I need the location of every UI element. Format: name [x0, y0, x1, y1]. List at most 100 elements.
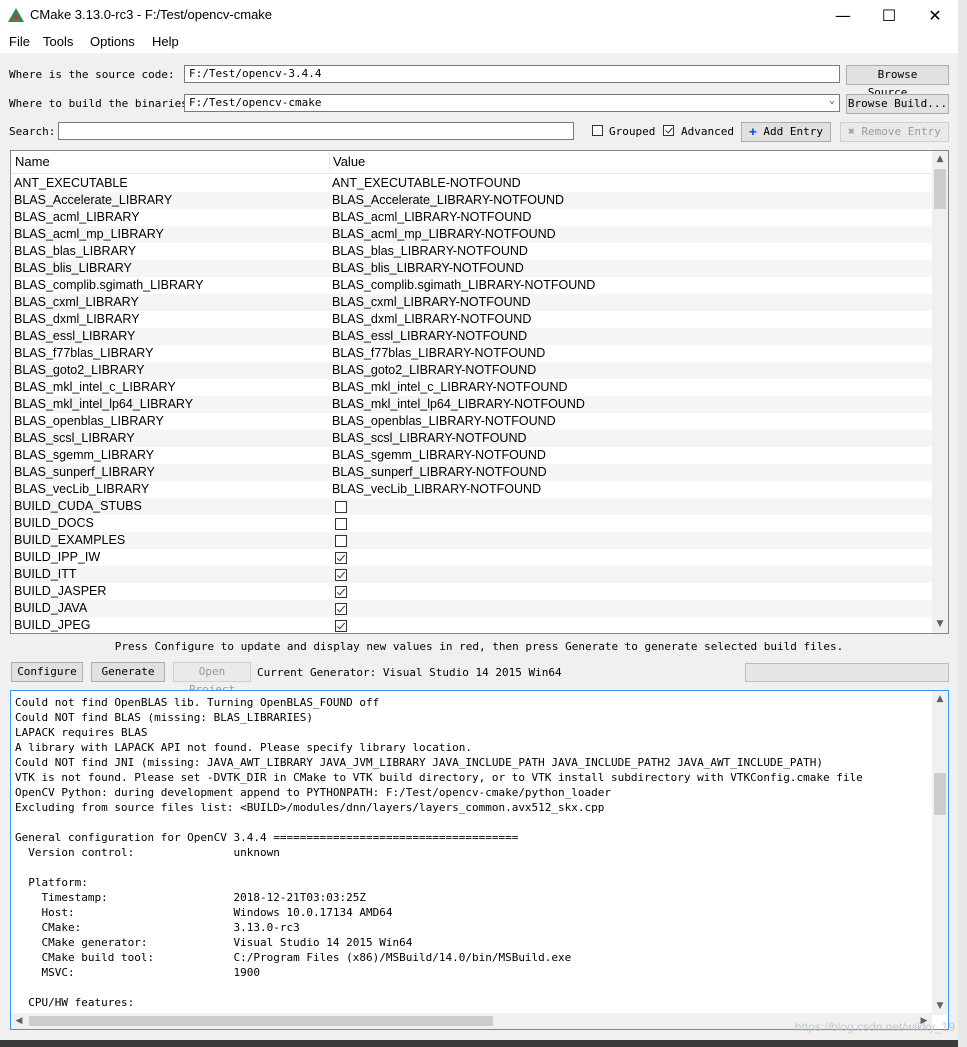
chevron-down-icon[interactable]: ⌄: [829, 95, 835, 106]
table-row[interactable]: BLAS_dxml_LIBRARY BLAS_dxml_LIBRARY-NOTFO…: [11, 311, 932, 328]
scroll-up-icon[interactable]: ▲: [932, 151, 948, 168]
column-value-header[interactable]: Value: [333, 154, 365, 169]
row-value-checkbox[interactable]: [335, 620, 347, 632]
row-value-checkbox[interactable]: [335, 586, 347, 598]
table-row[interactable]: BUILD_ITT: [11, 566, 932, 583]
table-row[interactable]: BLAS_sgemm_LIBRARY BLAS_sgemm_LIBRARY-NOT…: [11, 447, 932, 464]
table-row[interactable]: BUILD_DOCS: [11, 515, 932, 532]
row-value[interactable]: BLAS_mkl_intel_c_LIBRARY-NOTFOUND: [332, 379, 568, 396]
row-value[interactable]: ANT_EXECUTABLE-NOTFOUND: [332, 175, 521, 192]
column-name-header[interactable]: Name: [15, 154, 50, 169]
menu-options[interactable]: Options: [90, 34, 135, 49]
generate-button[interactable]: Generate: [91, 662, 165, 682]
build-combobox[interactable]: F:/Test/opencv-cmake ⌄: [184, 94, 840, 112]
table-row[interactable]: BLAS_acml_mp_LIBRARY BLAS_acml_mp_LIBRARY…: [11, 226, 932, 243]
row-value[interactable]: BLAS_cxml_LIBRARY-NOTFOUND: [332, 294, 531, 311]
table-vertical-scrollbar[interactable]: ▲ ▼: [932, 151, 948, 633]
table-row[interactable]: BLAS_openblas_LIBRARY BLAS_openblas_LIBRA…: [11, 413, 932, 430]
row-value[interactable]: BLAS_sunperf_LIBRARY-NOTFOUND: [332, 464, 547, 481]
row-value[interactable]: BLAS_dxml_LIBRARY-NOTFOUND: [332, 311, 531, 328]
row-value-checkbox[interactable]: [335, 518, 347, 530]
menu-help[interactable]: Help: [152, 34, 179, 49]
row-value[interactable]: BLAS_mkl_intel_lp64_LIBRARY-NOTFOUND: [332, 396, 585, 413]
table-row[interactable]: BLAS_sunperf_LIBRARY BLAS_sunperf_LIBRARY…: [11, 464, 932, 481]
close-button[interactable]: ✕: [912, 0, 958, 31]
table-row[interactable]: BLAS_complib.sgimath_LIBRARY BLAS_complib…: [11, 277, 932, 294]
grouped-checkbox[interactable]: [592, 125, 603, 136]
scroll-down-icon[interactable]: ▼: [932, 616, 948, 633]
search-input[interactable]: [58, 122, 574, 140]
table-row[interactable]: BLAS_Accelerate_LIBRARY BLAS_Accelerate_L…: [11, 192, 932, 209]
row-name: BLAS_acml_mp_LIBRARY: [14, 227, 164, 241]
scroll-left-icon[interactable]: ◀: [11, 1013, 27, 1029]
table-row[interactable]: BUILD_EXAMPLES: [11, 532, 932, 549]
row-value[interactable]: BLAS_Accelerate_LIBRARY-NOTFOUND: [332, 192, 564, 209]
row-name: ANT_EXECUTABLE: [14, 176, 128, 190]
scroll-thumb[interactable]: [934, 773, 946, 815]
source-input[interactable]: F:/Test/opencv-3.4.4: [184, 65, 840, 83]
row-value[interactable]: BLAS_complib.sgimath_LIBRARY-NOTFOUND: [332, 277, 595, 294]
row-value[interactable]: BLAS_sgemm_LIBRARY-NOTFOUND: [332, 447, 546, 464]
row-value[interactable]: BLAS_f77blas_LIBRARY-NOTFOUND: [332, 345, 545, 362]
configure-button[interactable]: Configure: [11, 662, 83, 682]
table-row[interactable]: BLAS_vecLib_LIBRARY BLAS_vecLib_LIBRARY-N…: [11, 481, 932, 498]
row-value-checkbox[interactable]: [335, 552, 347, 564]
table-row[interactable]: BUILD_IPP_IW: [11, 549, 932, 566]
output-line: MSVC: 1900: [15, 966, 261, 979]
row-value[interactable]: BLAS_scsl_LIBRARY-NOTFOUND: [332, 430, 527, 447]
output-log[interactable]: Could not find OpenBLAS lib. Turning Ope…: [10, 690, 949, 1030]
open-project-button[interactable]: Open Project: [173, 662, 251, 696]
maximize-button[interactable]: ☐: [866, 0, 912, 31]
menu-file[interactable]: File: [9, 34, 30, 49]
row-value[interactable]: BLAS_vecLib_LIBRARY-NOTFOUND: [332, 481, 541, 498]
row-value-checkbox[interactable]: [335, 535, 347, 547]
advanced-label: Advanced: [681, 125, 734, 138]
table-row[interactable]: BLAS_mkl_intel_lp64_LIBRARY BLAS_mkl_inte…: [11, 396, 932, 413]
add-entry-button[interactable]: ✚ Add Entry: [741, 122, 831, 142]
table-row[interactable]: BLAS_blis_LIBRARY BLAS_blis_LIBRARY-NOTFO…: [11, 260, 932, 277]
scroll-up-icon[interactable]: ▲: [932, 691, 948, 708]
table-row[interactable]: BLAS_blas_LIBRARY BLAS_blas_LIBRARY-NOTFO…: [11, 243, 932, 260]
remove-entry-label: Remove Entry: [861, 125, 941, 138]
browse-source-button[interactable]: Browse Source...: [846, 65, 949, 99]
table-row[interactable]: BLAS_acml_LIBRARY BLAS_acml_LIBRARY-NOTFO…: [11, 209, 932, 226]
minimize-button[interactable]: —: [820, 0, 866, 31]
browse-build-button[interactable]: Browse Build...: [846, 94, 949, 114]
row-value[interactable]: BLAS_essl_LIBRARY-NOTFOUND: [332, 328, 527, 345]
row-value[interactable]: BLAS_blis_LIBRARY-NOTFOUND: [332, 260, 524, 277]
row-value-checkbox[interactable]: [335, 501, 347, 513]
row-value[interactable]: BLAS_goto2_LIBRARY-NOTFOUND: [332, 362, 536, 379]
output-vertical-scrollbar[interactable]: ▲ ▼: [932, 691, 948, 1015]
row-value[interactable]: BLAS_acml_mp_LIBRARY-NOTFOUND: [332, 226, 556, 243]
table-row[interactable]: BUILD_CUDA_STUBS: [11, 498, 932, 515]
row-name: BLAS_cxml_LIBRARY: [14, 295, 139, 309]
scroll-down-icon[interactable]: ▼: [932, 998, 948, 1015]
table-row[interactable]: BLAS_mkl_intel_c_LIBRARY BLAS_mkl_intel_c…: [11, 379, 932, 396]
table-row[interactable]: BUILD_JAVA: [11, 600, 932, 617]
h-scroll-thumb[interactable]: [29, 1016, 493, 1026]
table-row[interactable]: BLAS_essl_LIBRARY BLAS_essl_LIBRARY-NOTFO…: [11, 328, 932, 345]
row-name: BLAS_mkl_intel_lp64_LIBRARY: [14, 397, 194, 411]
row-name: BUILD_EXAMPLES: [14, 533, 126, 547]
cmake-logo-icon: [8, 8, 24, 22]
advanced-checkbox[interactable]: [663, 125, 674, 136]
row-value-checkbox[interactable]: [335, 569, 347, 581]
row-value[interactable]: BLAS_blas_LIBRARY-NOTFOUND: [332, 243, 528, 260]
menu-tools[interactable]: Tools: [43, 34, 73, 49]
output-horizontal-scrollbar[interactable]: ◀ ▶: [11, 1013, 932, 1029]
table-row[interactable]: BUILD_JASPER: [11, 583, 932, 600]
search-label: Search:: [9, 125, 56, 138]
row-value[interactable]: BLAS_acml_LIBRARY-NOTFOUND: [332, 209, 531, 226]
table-row[interactable]: BLAS_goto2_LIBRARY BLAS_goto2_LIBRARY-NOT…: [11, 362, 932, 379]
table-row[interactable]: BLAS_cxml_LIBRARY BLAS_cxml_LIBRARY-NOTFO…: [11, 294, 932, 311]
table-row[interactable]: BLAS_scsl_LIBRARY BLAS_scsl_LIBRARY-NOTFO…: [11, 430, 932, 447]
row-value[interactable]: BLAS_openblas_LIBRARY-NOTFOUND: [332, 413, 556, 430]
table-row[interactable]: ANT_EXECUTABLE ANT_EXECUTABLE-NOTFOUND: [11, 175, 932, 192]
background-window-edge: [958, 0, 967, 1047]
row-name: BLAS_f77blas_LIBRARY: [14, 346, 154, 360]
table-row[interactable]: BLAS_f77blas_LIBRARY BLAS_f77blas_LIBRARY…: [11, 345, 932, 362]
scroll-thumb[interactable]: [934, 169, 946, 209]
table-row[interactable]: BUILD_JPEG: [11, 617, 932, 633]
remove-entry-button[interactable]: ✖ Remove Entry: [840, 122, 949, 142]
row-value-checkbox[interactable]: [335, 603, 347, 615]
